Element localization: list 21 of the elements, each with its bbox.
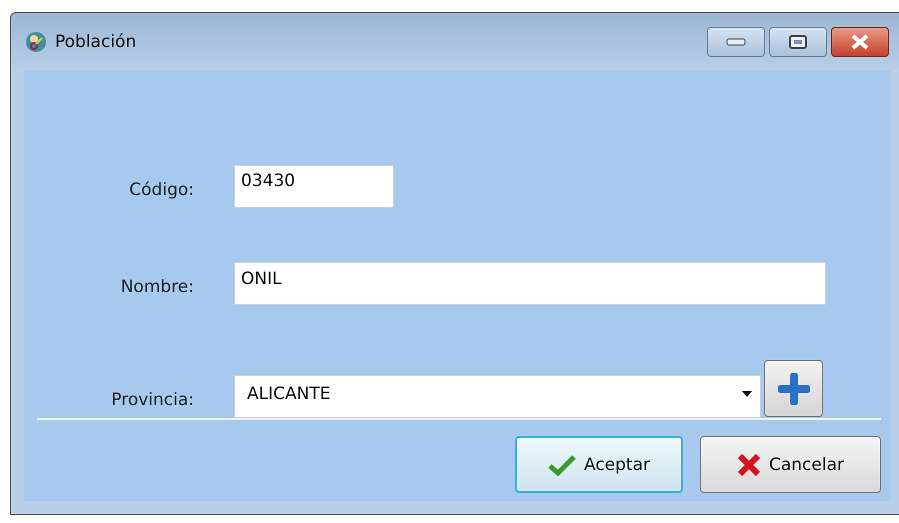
- checkmark-icon: [548, 454, 576, 476]
- app-icon: [25, 30, 47, 52]
- text-field[interactable]: ONIL: [234, 262, 826, 306]
- minimize-icon: [726, 38, 746, 46]
- dropdown-arrow-icon: [742, 390, 752, 396]
- province-dropdown[interactable]: ALICANTE: [234, 375, 761, 418]
- minimize-button[interactable]: [707, 26, 765, 56]
- close-icon: [850, 34, 870, 50]
- text-field[interactable]: 03430: [234, 164, 394, 208]
- field-label: Nombre:: [120, 277, 194, 300]
- cross-icon: [737, 452, 761, 476]
- window-title: Población: [55, 32, 138, 52]
- cancel-button[interactable]: Cancelar: [700, 436, 881, 493]
- maximize-button[interactable]: [769, 26, 827, 56]
- field-label: Provincia:: [110, 390, 194, 412]
- maximize-icon: [789, 34, 807, 48]
- plus-icon: [778, 372, 810, 404]
- accept-button[interactable]: Aceptar: [515, 436, 683, 493]
- close-button[interactable]: [831, 26, 889, 56]
- field-label: Código:: [128, 180, 194, 202]
- add-button[interactable]: [764, 360, 823, 417]
